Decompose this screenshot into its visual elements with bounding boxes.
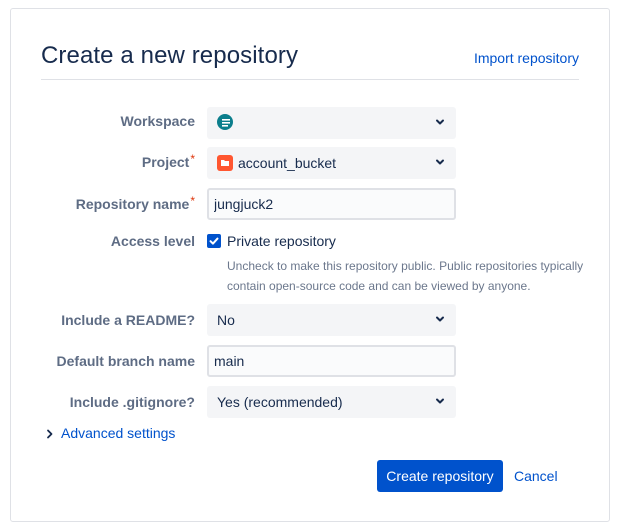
chevron-down-icon bbox=[436, 119, 444, 125]
gitignore-label: Include .gitignore? bbox=[69, 394, 195, 410]
chevron-down-icon bbox=[436, 159, 444, 165]
access-helper-text: Uncheck to make this repository public. … bbox=[227, 259, 584, 293]
gitignore-value: Yes (recommended) bbox=[217, 394, 343, 410]
page-title: Create a new repository bbox=[41, 42, 299, 69]
branch-label: Default branch name bbox=[56, 353, 195, 369]
project-value: account_bucket bbox=[238, 155, 337, 171]
cancel-button[interactable]: Cancel bbox=[511, 460, 561, 492]
workspace-avatar-icon bbox=[217, 114, 233, 130]
repo-name-label: Repository name* bbox=[75, 194, 195, 212]
readme-label: Include a README? bbox=[61, 312, 195, 328]
project-label: Project* bbox=[141, 152, 195, 170]
import-repository-link[interactable]: Import repository bbox=[474, 50, 579, 66]
checkmark-icon bbox=[209, 237, 219, 245]
readme-value: No bbox=[217, 312, 235, 328]
create-repo-card: Create a new repository Import repositor… bbox=[10, 8, 610, 522]
branch-input[interactable] bbox=[207, 345, 456, 377]
gitignore-select[interactable]: Yes (recommended) bbox=[207, 386, 456, 418]
required-mark: * bbox=[190, 194, 195, 208]
chevron-right-icon bbox=[47, 429, 53, 439]
create-repository-button[interactable]: Create repository bbox=[377, 460, 503, 492]
chevron-down-icon bbox=[436, 398, 444, 404]
header-divider bbox=[41, 79, 579, 80]
project-select[interactable]: account_bucket bbox=[207, 147, 456, 179]
folder-icon bbox=[217, 155, 233, 171]
private-checkbox[interactable] bbox=[207, 234, 221, 248]
workspace-select[interactable] bbox=[207, 107, 456, 139]
chevron-down-icon bbox=[436, 316, 444, 322]
private-checkbox-label[interactable]: Private repository bbox=[227, 233, 336, 249]
advanced-settings-label: Advanced settings bbox=[61, 425, 176, 441]
access-level-label: Access level bbox=[110, 233, 195, 249]
workspace-label: Workspace bbox=[120, 113, 195, 129]
required-mark: * bbox=[190, 152, 195, 166]
repo-name-input[interactable] bbox=[207, 188, 456, 220]
readme-select[interactable]: No bbox=[207, 304, 456, 336]
